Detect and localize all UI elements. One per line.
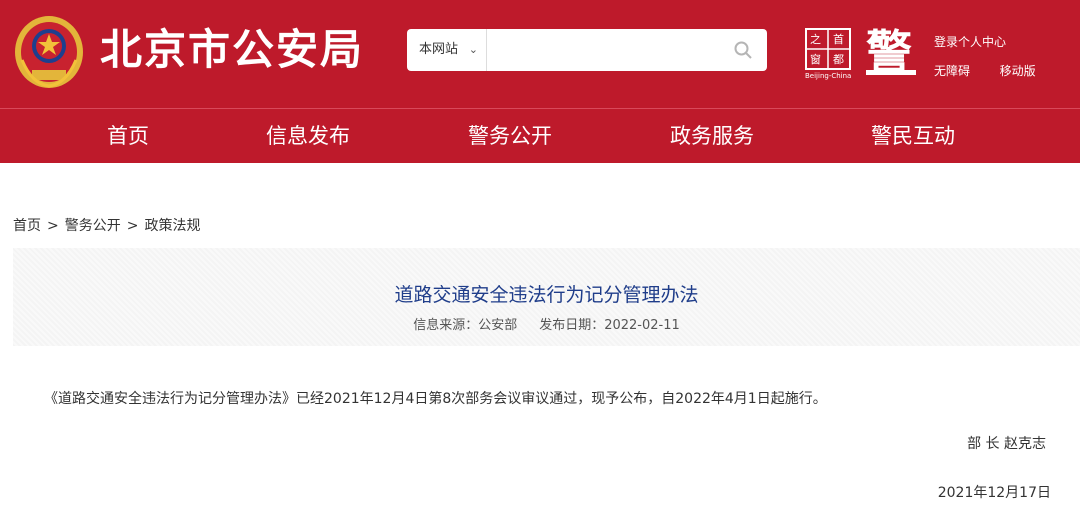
article-title: 道路交通安全违法行为记分管理办法 — [394, 284, 699, 306]
breadcrumb-separator: > — [126, 218, 139, 234]
svg-text:窗: 窗 — [810, 52, 821, 66]
article-source: 信息来源：公安部 — [413, 318, 518, 333]
police-service-logo[interactable]: 警 — [866, 28, 918, 76]
nav-item-gov-services[interactable]: 政务服务 — [670, 109, 754, 163]
svg-text:之: 之 — [810, 32, 821, 46]
police-emblem-icon — [15, 16, 83, 88]
site-header: 北京市公安局 本网站 ⌄ 首 都 之 窗 Beijing-China 警 登录个… — [0, 0, 1080, 108]
article-signer: 部 长 赵克志 — [967, 436, 1046, 452]
nav-item-interaction[interactable]: 警民互动 — [871, 109, 955, 163]
article-title-panel: 道路交通安全违法行为记分管理办法 信息来源：公安部 发布日期：2022-02-11 — [13, 248, 1080, 346]
svg-text:首: 首 — [833, 32, 844, 46]
mobile-version-link[interactable]: 移动版 — [1000, 64, 1036, 78]
search-box: 本网站 ⌄ — [407, 29, 767, 71]
breadcrumb-item-home[interactable]: 首页 — [13, 218, 41, 234]
capital-window-logo[interactable]: 首 都 之 窗 Beijing-China — [805, 28, 855, 80]
svg-text:都: 都 — [833, 53, 844, 66]
nav-item-police-affairs[interactable]: 警务公开 — [468, 109, 552, 163]
article-meta: 信息来源：公安部 发布日期：2022-02-11 — [13, 314, 1080, 333]
search-input[interactable] — [489, 29, 735, 71]
search-scope-select[interactable]: 本网站 ⌄ — [407, 29, 487, 71]
search-scope-label: 本网站 — [419, 42, 459, 57]
top-links: 登录个人中心 无障碍 移动版 — [934, 33, 1074, 79]
svg-text:警: 警 — [866, 28, 912, 76]
chevron-down-icon: ⌄ — [468, 43, 478, 56]
breadcrumb-item-police-affairs[interactable]: 警务公开 — [65, 218, 121, 234]
main-nav: 首页 信息发布 警务公开 政务服务 警民互动 — [0, 109, 1080, 163]
site-title[interactable]: 北京市公安局 — [100, 22, 364, 78]
article-sign-date: 2021年12月17日 — [937, 485, 1051, 501]
login-user-center-link[interactable]: 登录个人中心 — [934, 35, 1006, 49]
article-publish-date: 发布日期：2022-02-11 — [539, 318, 680, 333]
nav-item-home[interactable]: 首页 — [107, 109, 149, 163]
accessibility-link[interactable]: 无障碍 — [934, 64, 970, 78]
article-body: 《道路交通安全违法行为记分管理办法》已经2021年12月4日第8次部务会议审议通… — [44, 391, 827, 407]
nav-item-info-release[interactable]: 信息发布 — [266, 109, 350, 163]
breadcrumb-item-policies[interactable]: 政策法规 — [144, 218, 200, 234]
search-icon[interactable] — [733, 40, 753, 60]
breadcrumb: 首页 > 警务公开 > 政策法规 — [13, 215, 200, 235]
svg-text:Beijing-China: Beijing-China — [805, 72, 851, 80]
breadcrumb-separator: > — [47, 218, 59, 234]
